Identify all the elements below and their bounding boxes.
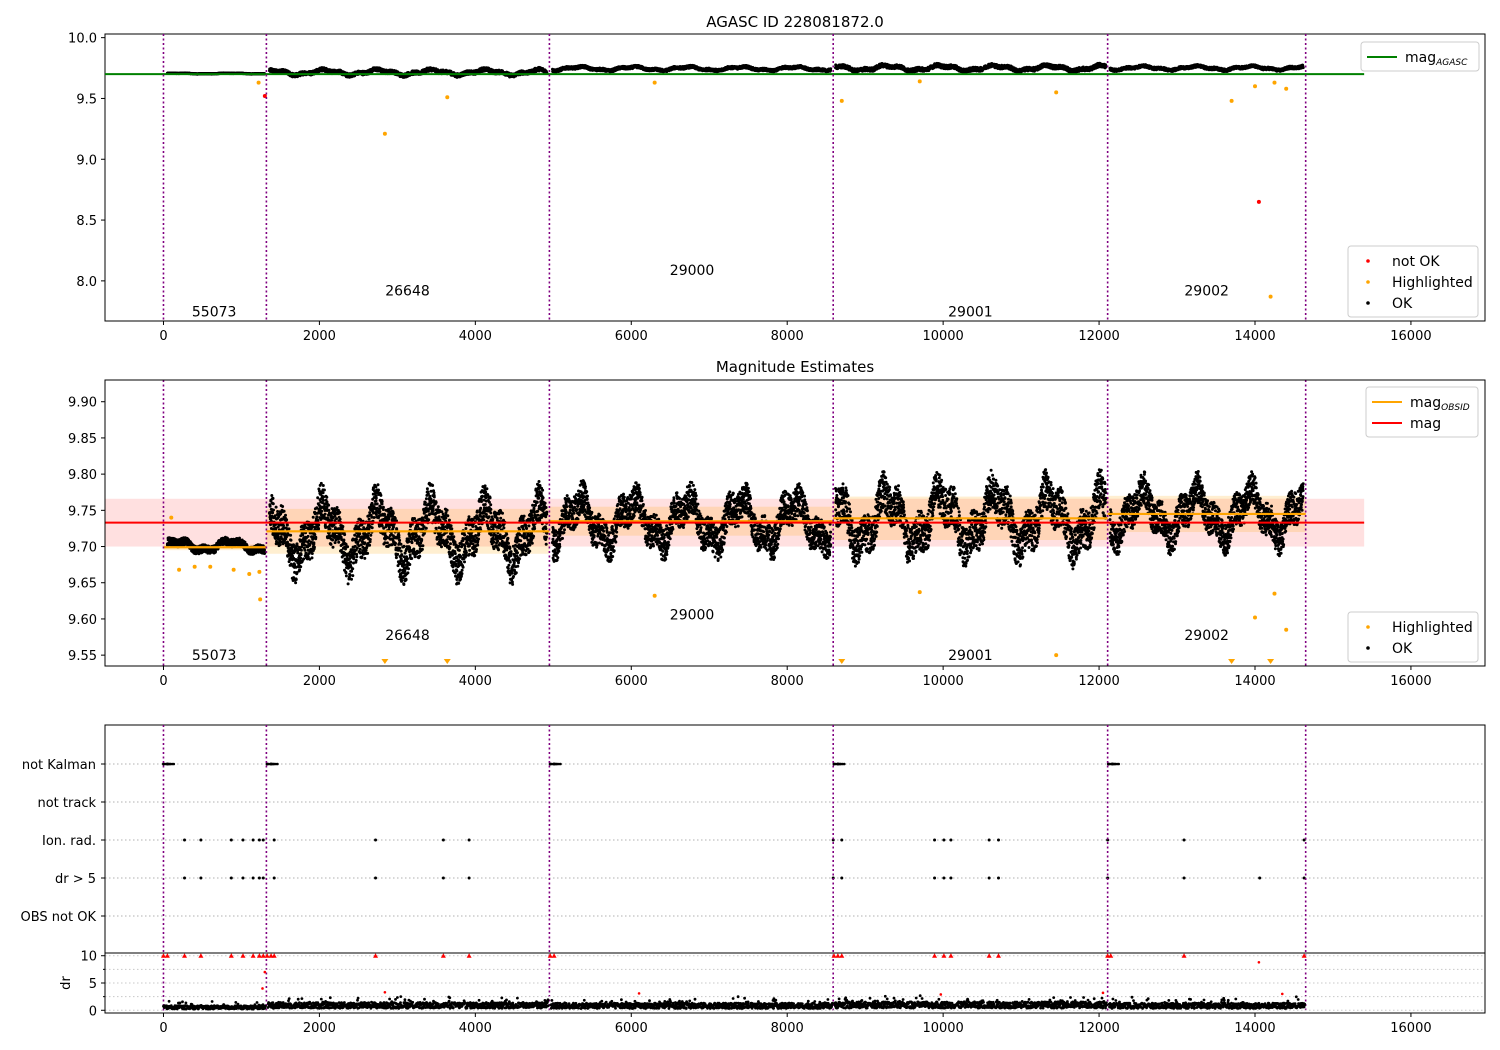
y-tick-label: 9.0 xyxy=(76,153,97,168)
y-tick-label: 8.5 xyxy=(76,214,97,229)
x-tick-label: 10000 xyxy=(922,329,963,344)
ok-points-agasc xyxy=(165,61,1305,79)
ok-point xyxy=(829,67,833,71)
x-tick-label: 12000 xyxy=(1078,329,1119,344)
chart-title: AGASC ID 228081872.0 xyxy=(706,13,884,31)
x-tick-label: 8000 xyxy=(771,329,804,344)
x-tick-label: 0 xyxy=(159,329,167,344)
agasc-axes-frame xyxy=(104,33,1486,322)
magnitude-panel-agasc: AGASC ID 228081872.0 0 2000 4000 6000 8000 100… xyxy=(68,13,1486,344)
x-tick-label: 16000 xyxy=(1390,329,1431,344)
x-tick-label: 2000 xyxy=(303,329,336,344)
y-tick-label: 10.0 xyxy=(68,32,97,47)
y-tick-label: 9.5 xyxy=(76,92,97,107)
x-tick-label: 14000 xyxy=(1234,329,1275,344)
figure: AGASC ID 228081872.0 0 2000 4000 6000 8000 100… xyxy=(21,13,1486,1036)
y-tick-label: 8.0 xyxy=(76,275,97,290)
x-tick-label: 4000 xyxy=(459,329,492,344)
x-tick-label: 6000 xyxy=(615,329,648,344)
